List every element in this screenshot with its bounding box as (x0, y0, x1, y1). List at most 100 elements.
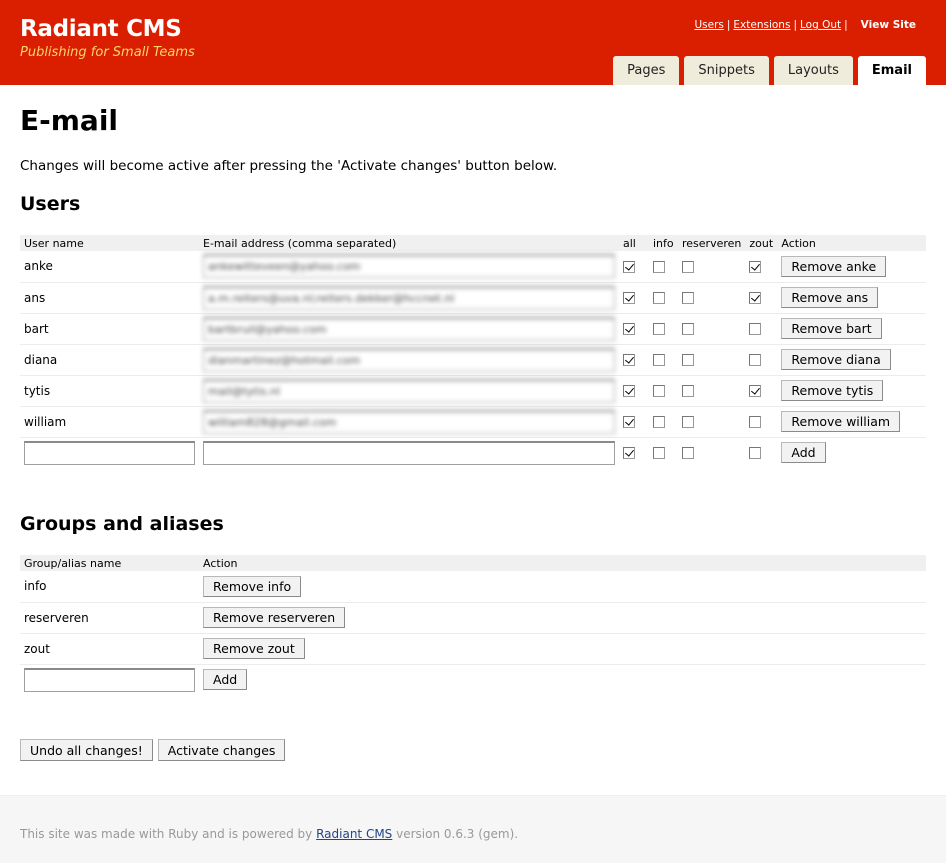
all-cell (619, 406, 649, 438)
new-info-cell (649, 437, 678, 468)
email-cell (199, 251, 619, 283)
all-cell (619, 313, 649, 345)
col-group-name: Group/alias name (20, 555, 199, 571)
user-name: william (20, 406, 199, 438)
footer-radiant-link[interactable]: Radiant CMS (316, 827, 392, 841)
tab-pages[interactable]: Pages (613, 56, 680, 85)
info-checkbox[interactable] (653, 292, 665, 304)
remove-user-button[interactable]: Remove ans (781, 287, 879, 308)
new-user-name-cell (20, 437, 199, 468)
groups-body: info Remove info reserveren Remove reserver… (20, 571, 926, 695)
new-user-name-input[interactable] (24, 440, 195, 465)
reserveren-checkbox[interactable] (682, 354, 694, 366)
header: Radiant CMS Publishing for Small Teams U… (0, 0, 946, 85)
new-group-row: Add (20, 664, 926, 695)
zout-checkbox[interactable] (749, 416, 762, 428)
remove-group-button[interactable]: Remove reserveren (203, 607, 346, 628)
reserveren-checkbox[interactable] (682, 416, 694, 428)
nav-separator: | (726, 19, 731, 31)
tab-layouts[interactable]: Layouts (773, 56, 853, 85)
col-user-name: User name (20, 235, 199, 251)
email-field[interactable] (203, 409, 615, 434)
remove-user-button[interactable]: Remove bart (781, 318, 882, 339)
new-user-row: Add (20, 437, 926, 468)
reserveren-cell (678, 251, 746, 283)
info-cell (649, 375, 678, 407)
nav-view-site-link[interactable]: View Site (861, 19, 916, 31)
info-checkbox[interactable] (653, 416, 665, 428)
reserveren-checkbox[interactable] (682, 323, 694, 335)
page-title: E-mail (20, 104, 119, 137)
zout-checkbox[interactable] (749, 354, 762, 366)
info-checkbox[interactable] (653, 385, 665, 397)
col-info: info (649, 235, 678, 251)
add-user-button[interactable]: Add (781, 442, 826, 464)
tab-snippets[interactable]: Snippets (684, 56, 769, 85)
undo-all-changes-button[interactable]: Undo all changes! (20, 739, 153, 761)
user-name: tytis (20, 375, 199, 407)
footer-text: This site was made with Ruby and is powe… (20, 827, 518, 841)
reserveren-cell (678, 344, 746, 376)
remove-user-button[interactable]: Remove tytis (781, 380, 884, 401)
new-info-checkbox[interactable] (653, 447, 665, 460)
info-cell (649, 344, 678, 376)
remove-user-button[interactable]: Remove diana (781, 349, 891, 370)
table-row: ans Remove ans (20, 282, 926, 314)
info-checkbox[interactable] (653, 323, 665, 335)
new-group-name-input[interactable] (24, 667, 195, 692)
user-name: anke (20, 251, 199, 283)
col-email: E-mail address (comma separated) (199, 235, 619, 251)
all-checkbox[interactable] (623, 354, 635, 366)
users-section-title: Users (20, 193, 81, 215)
group-action-cell: Remove zout (199, 633, 926, 665)
new-zout-checkbox[interactable] (749, 447, 762, 460)
table-row: bart Remove bart (20, 313, 926, 345)
user-name: diana (20, 344, 199, 376)
all-checkbox[interactable] (623, 385, 635, 397)
email-field[interactable] (203, 378, 615, 403)
site-subtitle: Publishing for Small Teams (20, 45, 195, 60)
zout-checkbox[interactable] (749, 260, 762, 273)
remove-user-button[interactable]: Remove anke (781, 255, 887, 277)
all-checkbox[interactable] (623, 292, 635, 304)
reserveren-checkbox[interactable] (682, 292, 694, 304)
all-checkbox[interactable] (623, 323, 635, 335)
email-field[interactable] (203, 316, 615, 341)
new-user-email-input[interactable] (203, 440, 615, 465)
activate-changes-button[interactable]: Activate changes (157, 739, 286, 761)
footer-text-after: version 0.6.3 (gem). (392, 827, 519, 841)
nav-extensions-link[interactable]: Extensions (733, 19, 790, 31)
footer-text-before: This site was made with Ruby and is powe… (20, 827, 317, 841)
zout-checkbox[interactable] (749, 292, 762, 304)
new-user-action-cell: Add (777, 437, 926, 468)
remove-group-button[interactable]: Remove info (203, 575, 302, 597)
all-checkbox[interactable] (623, 260, 635, 273)
email-cell (199, 406, 619, 438)
new-reserveren-checkbox[interactable] (682, 447, 694, 460)
reserveren-checkbox[interactable] (682, 385, 694, 397)
add-group-button[interactable]: Add (203, 669, 248, 691)
info-checkbox[interactable] (653, 260, 665, 273)
all-cell (619, 344, 649, 376)
zout-cell (745, 375, 778, 407)
zout-checkbox[interactable] (749, 385, 762, 397)
email-field[interactable] (203, 285, 615, 310)
action-cell: Remove anke (777, 251, 926, 283)
email-field[interactable] (203, 347, 615, 372)
user-name: bart (20, 313, 199, 345)
group-name: reserveren (20, 602, 199, 634)
all-checkbox[interactable] (623, 416, 635, 428)
info-checkbox[interactable] (653, 354, 665, 366)
remove-group-button[interactable]: Remove zout (203, 638, 305, 659)
zout-checkbox[interactable] (749, 323, 762, 335)
nav-users-link[interactable]: Users (694, 19, 723, 31)
remove-user-button[interactable]: Remove william (781, 411, 901, 432)
new-all-checkbox[interactable] (623, 447, 635, 460)
table-row: anke Remove anke (20, 251, 926, 283)
email-field[interactable] (203, 254, 615, 279)
tab-email[interactable]: Email (857, 56, 926, 85)
bottom-buttons: Undo all changes! Activate changes (20, 739, 286, 761)
reserveren-checkbox[interactable] (682, 260, 694, 273)
top-nav: Users | Extensions | Log Out | View Site (694, 19, 916, 31)
nav-logout-link[interactable]: Log Out (800, 19, 841, 31)
